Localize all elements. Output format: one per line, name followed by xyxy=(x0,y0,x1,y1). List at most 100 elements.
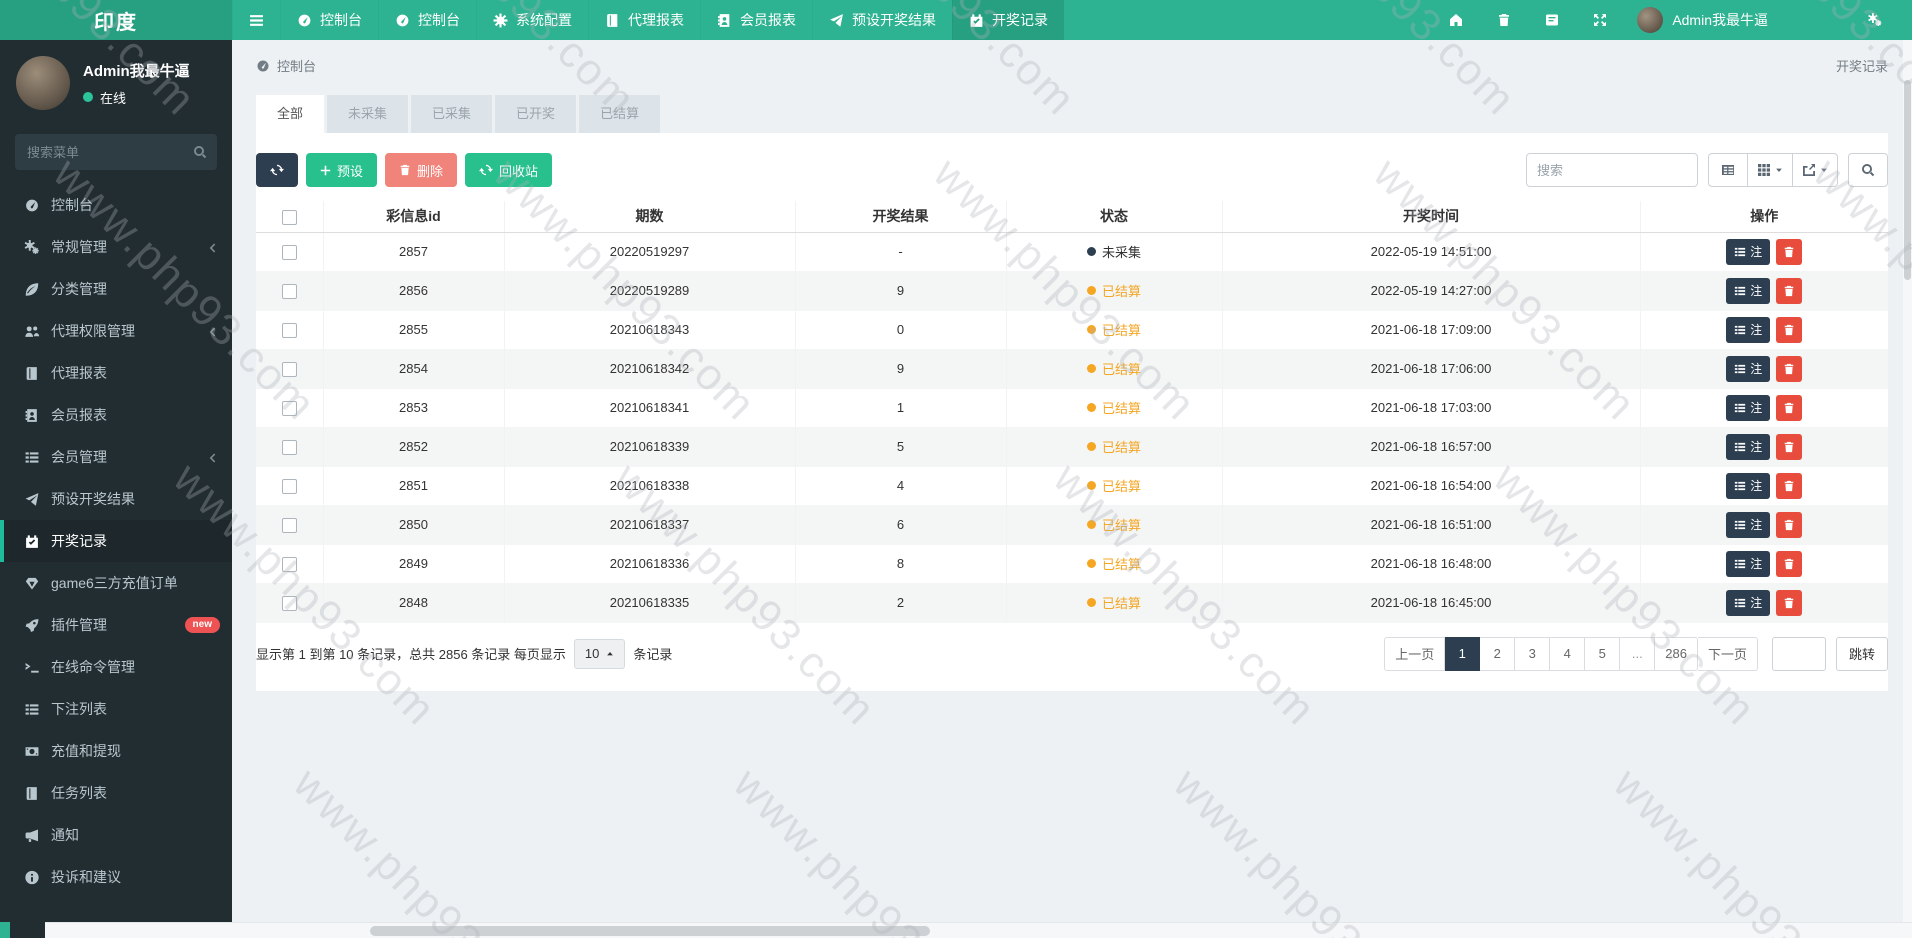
sidebar-toggle-button[interactable] xyxy=(232,0,280,40)
note-button[interactable]: 注 xyxy=(1726,550,1771,577)
delete-button[interactable]: 删除 xyxy=(385,153,458,187)
detail-view-button[interactable] xyxy=(1708,153,1748,187)
row-delete-button[interactable] xyxy=(1776,394,1803,421)
filter-tab[interactable]: 全部 xyxy=(256,95,325,133)
scrollbar-thumb[interactable] xyxy=(1904,80,1911,280)
sidebar-item-deposit-withdraw[interactable]: 充值和提现 xyxy=(0,730,232,772)
row-delete-button[interactable] xyxy=(1776,277,1803,304)
top-tab-agent-report[interactable]: 代理报表 xyxy=(588,0,700,40)
page-number-button[interactable]: ... xyxy=(1620,636,1656,671)
row-checkbox[interactable] xyxy=(281,244,297,260)
row-delete-button[interactable] xyxy=(1776,316,1803,343)
sidebar-item-category[interactable]: 分类管理 xyxy=(0,268,232,310)
sidebar-item-preset-results[interactable]: 预设开奖结果 xyxy=(0,478,232,520)
export-button[interactable] xyxy=(1793,153,1838,187)
row-delete-button[interactable] xyxy=(1776,511,1803,538)
row-delete-button[interactable] xyxy=(1776,238,1803,265)
row-delete-button[interactable] xyxy=(1776,472,1803,499)
sidebar-item-game6-orders[interactable]: game6三方充值订单 xyxy=(0,562,232,604)
column-header-result[interactable]: 开奖结果 xyxy=(795,201,1007,233)
top-tab-preset-results[interactable]: 预设开奖结果 xyxy=(812,0,952,40)
preset-button[interactable]: 预设 xyxy=(306,153,378,187)
clear-cache-button[interactable] xyxy=(1485,0,1523,40)
page-number-button[interactable]: 2 xyxy=(1480,636,1516,671)
row-checkbox[interactable] xyxy=(281,517,297,533)
page-size-select[interactable]: 10 xyxy=(573,638,626,669)
settings-button[interactable] xyxy=(1856,0,1894,40)
row-checkbox[interactable] xyxy=(281,556,297,572)
sidebar-item-online-commands[interactable]: 在线命令管理 xyxy=(0,646,232,688)
row-delete-button[interactable] xyxy=(1776,355,1803,382)
note-button[interactable]: 注 xyxy=(1726,238,1771,265)
note-button[interactable]: 注 xyxy=(1726,394,1771,421)
row-checkbox[interactable] xyxy=(281,361,297,377)
fullscreen-button[interactable] xyxy=(1581,0,1619,40)
column-header-issue[interactable]: 期数 xyxy=(504,201,796,233)
sidebar-item-task-list[interactable]: 任务列表 xyxy=(0,772,232,814)
row-delete-button[interactable] xyxy=(1776,589,1803,616)
sidebar-item-agent-report[interactable]: 代理报表 xyxy=(0,352,232,394)
horizontal-scrollbar[interactable] xyxy=(45,922,1912,938)
top-tab-lottery-records[interactable]: 开奖记录 xyxy=(952,0,1064,40)
row-checkbox[interactable] xyxy=(281,595,297,611)
row-delete-button[interactable] xyxy=(1776,550,1803,577)
next-page-button[interactable]: 下一页 xyxy=(1697,636,1758,671)
cache-button[interactable] xyxy=(1533,0,1571,40)
sidebar-item-bet-list[interactable]: 下注列表 xyxy=(0,688,232,730)
recycle-bin-button[interactable]: 回收站 xyxy=(465,153,553,187)
filter-tab[interactable]: 已开奖 xyxy=(495,95,577,133)
filter-tab[interactable]: 已采集 xyxy=(411,95,493,133)
sidebar-item-dashboard[interactable]: 控制台 xyxy=(0,184,232,226)
top-tab-member-report[interactable]: 会员报表 xyxy=(700,0,812,40)
scrollbar-thumb[interactable] xyxy=(370,926,930,936)
filter-tab[interactable]: 未采集 xyxy=(327,95,409,133)
menu-search-input[interactable] xyxy=(15,134,217,170)
top-tab-dashboard-1[interactable]: 控制台 xyxy=(280,0,378,40)
sidebar-item-complaints[interactable]: 投诉和建议 xyxy=(0,856,232,898)
note-button[interactable]: 注 xyxy=(1726,472,1771,499)
jump-button[interactable]: 跳转 xyxy=(1835,636,1888,671)
row-delete-button[interactable] xyxy=(1776,433,1803,460)
sidebar-item-agent-permission[interactable]: 代理权限管理 xyxy=(0,310,232,352)
column-header-status[interactable]: 状态 xyxy=(1006,201,1223,233)
column-header-time[interactable]: 开奖时间 xyxy=(1222,201,1641,233)
home-button[interactable] xyxy=(1437,0,1475,40)
refresh-button[interactable] xyxy=(256,153,298,187)
top-tab-system-config[interactable]: 系统配置 xyxy=(476,0,588,40)
search-toggle-button[interactable] xyxy=(1848,153,1888,187)
columns-button[interactable] xyxy=(1748,153,1793,187)
note-button[interactable]: 注 xyxy=(1726,589,1771,616)
sidebar-item-member-report[interactable]: 会员报表 xyxy=(0,394,232,436)
page-number-button[interactable]: 286 xyxy=(1655,636,1698,671)
note-button[interactable]: 注 xyxy=(1726,511,1771,538)
select-all-checkbox[interactable] xyxy=(281,209,297,225)
sidebar-item-notice[interactable]: 通知 xyxy=(0,814,232,856)
sidebar-item-plugins[interactable]: 插件管理 new xyxy=(0,604,232,646)
sidebar-item-lottery-records[interactable]: 开奖记录 xyxy=(0,520,232,562)
note-button[interactable]: 注 xyxy=(1726,355,1771,382)
jump-page-input[interactable] xyxy=(1771,636,1826,671)
row-checkbox[interactable] xyxy=(281,322,297,338)
table-row: 2856 20220519289 9 已结算 2022-05-19 14:27:… xyxy=(256,271,1888,311)
row-checkbox[interactable] xyxy=(281,400,297,416)
sidebar-item-general[interactable]: 常规管理 xyxy=(0,226,232,268)
user-menu[interactable]: Admin我最牛逼 xyxy=(1629,7,1776,33)
column-header-id[interactable]: 彩信息id xyxy=(323,201,505,233)
sidebar-item-member-manage[interactable]: 会员管理 xyxy=(0,436,232,478)
top-tab-label: 代理报表 xyxy=(628,12,684,28)
row-checkbox[interactable] xyxy=(281,283,297,299)
vertical-scrollbar[interactable] xyxy=(1903,40,1912,922)
row-checkbox[interactable] xyxy=(281,478,297,494)
page-number-button[interactable]: 4 xyxy=(1550,636,1586,671)
note-button[interactable]: 注 xyxy=(1726,316,1771,343)
page-number-button[interactable]: 1 xyxy=(1445,636,1481,671)
row-checkbox[interactable] xyxy=(281,439,297,455)
page-number-button[interactable]: 3 xyxy=(1515,636,1551,671)
top-tab-dashboard-2[interactable]: 控制台 xyxy=(378,0,476,40)
filter-tab[interactable]: 已结算 xyxy=(579,95,661,133)
note-button[interactable]: 注 xyxy=(1726,277,1771,304)
note-button[interactable]: 注 xyxy=(1726,433,1771,460)
prev-page-button[interactable]: 上一页 xyxy=(1384,636,1446,671)
page-number-button[interactable]: 5 xyxy=(1585,636,1621,671)
table-search-input[interactable] xyxy=(1526,153,1698,187)
